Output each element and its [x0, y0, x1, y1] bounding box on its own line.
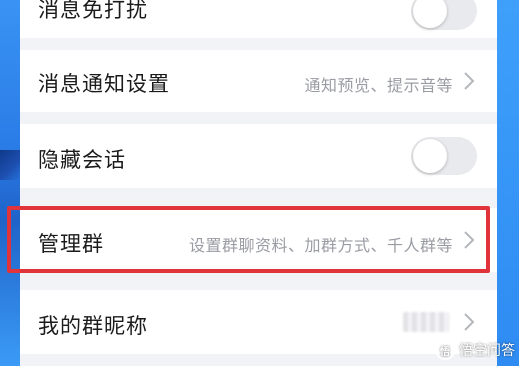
toggle-knob [413, 139, 447, 173]
settings-row-my-nickname[interactable]: 我的群昵称 [20, 290, 497, 354]
background-streak [0, 150, 20, 180]
settings-row-hide-conversation[interactable]: 隐藏会话 [20, 124, 497, 188]
do-not-disturb-toggle[interactable] [411, 0, 477, 30]
background-right-edge [497, 0, 519, 366]
chevron-right-icon [464, 72, 475, 90]
toggle-knob [413, 0, 447, 28]
blurred-nickname [403, 312, 449, 332]
settings-row-label: 隐藏会话 [38, 148, 126, 172]
background-left-edge [0, 0, 20, 366]
settings-row-do-not-disturb[interactable]: 消息免打扰 [20, 0, 497, 38]
settings-row-label: 消息免打扰 [38, 0, 148, 22]
chevron-right-icon [464, 313, 475, 331]
watermark-text: 悟空问答 [459, 343, 515, 359]
watermark: 悟 悟空问答 [435, 340, 515, 360]
settings-row-notification[interactable]: 消息通知设置 通知预览、提示音等 [20, 50, 497, 112]
wukong-logo-icon: 悟 [435, 340, 455, 360]
settings-row-label: 我的群昵称 [38, 314, 148, 338]
group-settings-panel: 消息免打扰 消息通知设置 通知预览、提示音等 隐藏会话 管理群 设置群聊资料、加… [20, 0, 497, 366]
settings-row-value: 通知预览、提示音等 [304, 76, 453, 95]
settings-row-label: 消息通知设置 [38, 72, 170, 96]
highlight-box [7, 206, 490, 273]
hide-conversation-toggle[interactable] [411, 137, 477, 175]
